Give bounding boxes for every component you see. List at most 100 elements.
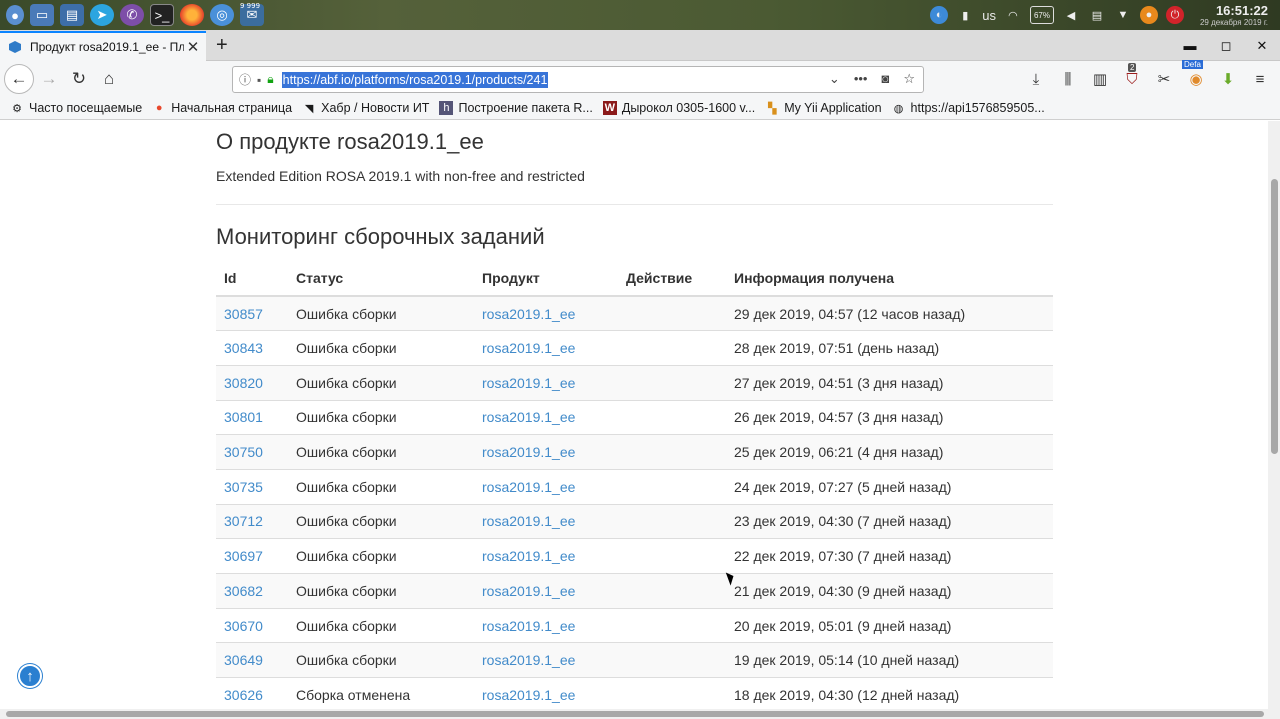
clock[interactable]: 16:51:22 29 декабря 2019 г. <box>1200 4 1268 27</box>
product-link[interactable]: rosa2019.1_ee <box>482 306 575 322</box>
product-link[interactable]: rosa2019.1_ee <box>482 340 575 356</box>
bookmark-label: Начальная страница <box>171 101 293 115</box>
terminal-icon[interactable]: >_ <box>150 4 174 26</box>
job-id-link[interactable]: 30649 <box>224 652 263 668</box>
bookmark-6[interactable]: ◍ https://api1576859505... <box>892 101 1045 115</box>
permissions-icon[interactable]: ▪ <box>257 73 261 87</box>
clipboard-icon[interactable]: ▤ <box>1088 6 1106 24</box>
minimize-icon[interactable]: ▬ <box>1172 38 1208 53</box>
sidebar-icon[interactable]: ▥ <box>1090 70 1110 88</box>
table-cell: 22 дек 2019, 07:30 (7 дней назад) <box>726 538 1053 574</box>
job-id-link[interactable]: 30682 <box>224 583 263 599</box>
bookmark-1[interactable]: ● Начальная страница <box>152 101 292 115</box>
ublock-icon[interactable]: ⛉ 2 <box>1122 62 1142 88</box>
extension-icon[interactable]: ◉ Defa <box>1182 60 1206 88</box>
product-link[interactable]: rosa2019.1_ee <box>482 479 575 495</box>
page-actions-icon[interactable]: ••• <box>854 71 868 87</box>
table-cell: Ошибка сборки <box>288 364 474 401</box>
firefox-icon[interactable] <box>180 4 204 26</box>
horizontal-scrollbar[interactable] <box>0 709 1280 719</box>
lock-screen-icon[interactable]: ● <box>1139 6 1158 24</box>
product-link[interactable]: rosa2019.1_ee <box>482 548 575 564</box>
info-icon[interactable]: ⓘ <box>239 71 251 88</box>
job-id-link[interactable]: 30820 <box>224 375 263 391</box>
chromium-icon[interactable]: ◎ <box>210 4 234 26</box>
job-id-link[interactable]: 30712 <box>224 513 263 529</box>
chevron-down-icon[interactable]: ⌄ <box>829 71 840 87</box>
table-cell <box>618 295 726 331</box>
close-window-icon[interactable]: ✕ <box>1244 38 1280 54</box>
mail-icon[interactable]: 9 999 ✉ <box>240 2 264 26</box>
product-link[interactable]: rosa2019.1_ee <box>482 444 575 460</box>
table-cell: rosa2019.1_ee <box>474 295 618 331</box>
url-actions: ⌄ ••• ◙ ☆ <box>829 71 915 87</box>
app-launcher-icon[interactable]: ● <box>6 5 24 25</box>
product-link[interactable]: rosa2019.1_ee <box>482 687 575 703</box>
scrollbar-thumb[interactable] <box>6 711 1264 717</box>
monitoring-title: Мониторинг сборочных заданий <box>216 224 545 249</box>
vertical-scrollbar[interactable] <box>1268 121 1280 709</box>
job-id-link[interactable]: 30750 <box>224 444 263 460</box>
wifi-icon[interactable]: ◠ <box>1004 6 1022 24</box>
bookmark-0[interactable]: ⚙ Часто посещаемые <box>10 101 142 115</box>
bookmark-4[interactable]: W Дырокол 0305-1600 v... <box>602 101 755 115</box>
scroll-to-top-button[interactable]: ↑ <box>18 664 42 688</box>
job-id-link[interactable]: 30626 <box>224 687 263 703</box>
job-info: 21 дек 2019, 04:30 (9 дней назад) <box>734 582 952 599</box>
forward-button[interactable]: → <box>34 64 64 94</box>
close-tab-icon[interactable]: ✕ <box>184 38 202 56</box>
product-link[interactable]: rosa2019.1_ee <box>482 375 575 391</box>
download-helper-icon[interactable]: ⬇ <box>1218 70 1238 88</box>
keyboard-layout[interactable]: us <box>982 8 996 23</box>
job-id-link[interactable]: 30857 <box>224 306 263 322</box>
volume-icon[interactable]: ◀ <box>1062 6 1080 24</box>
download-icon[interactable]: ⤓ <box>1026 71 1046 88</box>
product-link[interactable]: rosa2019.1_ee <box>482 652 575 668</box>
power-icon[interactable]: ⏻ <box>1165 6 1184 24</box>
job-info: 22 дек 2019, 07:30 (7 дней назад) <box>734 548 952 565</box>
usb-icon[interactable]: ▮ <box>956 6 974 24</box>
reload-button[interactable]: ↻ <box>64 64 94 94</box>
job-id-link[interactable]: 30670 <box>224 618 263 634</box>
battery-icon[interactable]: 67% <box>1029 6 1054 24</box>
bookmark-3[interactable]: h Построение пакета R... <box>439 101 593 115</box>
product-link[interactable]: rosa2019.1_ee <box>482 409 575 425</box>
home-button[interactable]: ⌂ <box>94 64 124 94</box>
job-id-link[interactable]: 30843 <box>224 340 263 356</box>
tools-icon[interactable]: ✂ <box>1154 70 1174 88</box>
product-link[interactable]: rosa2019.1_ee <box>482 583 575 599</box>
job-id-link[interactable]: 30697 <box>224 548 263 564</box>
job-status: Ошибка сборки <box>296 617 397 634</box>
url-text[interactable]: https://abf.io/platforms/rosa2019.1/prod… <box>281 71 549 88</box>
pocket-icon[interactable]: ◙ <box>881 71 889 87</box>
url-bar[interactable]: ⓘ ▪ 🔒︎ https://abf.io/platforms/rosa2019… <box>232 66 924 93</box>
scrollbar-thumb[interactable] <box>1271 179 1278 454</box>
table-cell: Ошибка сборки <box>288 295 474 331</box>
product-link[interactable]: rosa2019.1_ee <box>482 618 575 634</box>
back-button[interactable]: ← <box>4 64 34 94</box>
bookmark-2[interactable]: ◥ Хабр / Новости ИТ <box>302 101 430 115</box>
tab-active[interactable]: Продукт rosa2019.1_ee - Пл ✕ <box>0 31 206 61</box>
weather-icon[interactable]: ◐ <box>930 6 949 24</box>
table-cell: Сборка отменена <box>288 677 474 709</box>
bookmark-label: Часто посещаемые <box>29 101 143 115</box>
job-id-link[interactable]: 30735 <box>224 479 263 495</box>
job-info: 18 дек 2019, 04:30 (12 дней назад) <box>734 687 960 704</box>
product-link[interactable]: rosa2019.1_ee <box>482 513 575 529</box>
lock-icon[interactable]: 🔒︎ <box>267 72 273 87</box>
bookmark-5[interactable]: ▚ My Yii Application <box>765 101 882 115</box>
file-manager-icon[interactable]: ▤ <box>60 4 84 26</box>
menu-icon[interactable]: ≡ <box>1250 71 1270 88</box>
tray-expand-icon[interactable]: ▼ <box>1114 6 1132 24</box>
maximize-icon[interactable]: ◻ <box>1208 38 1244 54</box>
job-id-link[interactable]: 30801 <box>224 409 263 425</box>
library-icon[interactable]: ⫼ <box>1058 71 1078 88</box>
telegram-icon[interactable]: ➤ <box>90 4 114 26</box>
desktop-icon[interactable]: ▭ <box>30 4 54 26</box>
new-tab-button[interactable]: + <box>216 34 228 57</box>
viber-icon[interactable]: ✆ <box>120 4 144 26</box>
bookmark-label: Построение пакета R... <box>458 101 593 115</box>
table-cell: Ошибка сборки <box>288 503 474 539</box>
table-cell <box>618 538 726 574</box>
bookmark-star-icon[interactable]: ☆ <box>903 71 915 87</box>
